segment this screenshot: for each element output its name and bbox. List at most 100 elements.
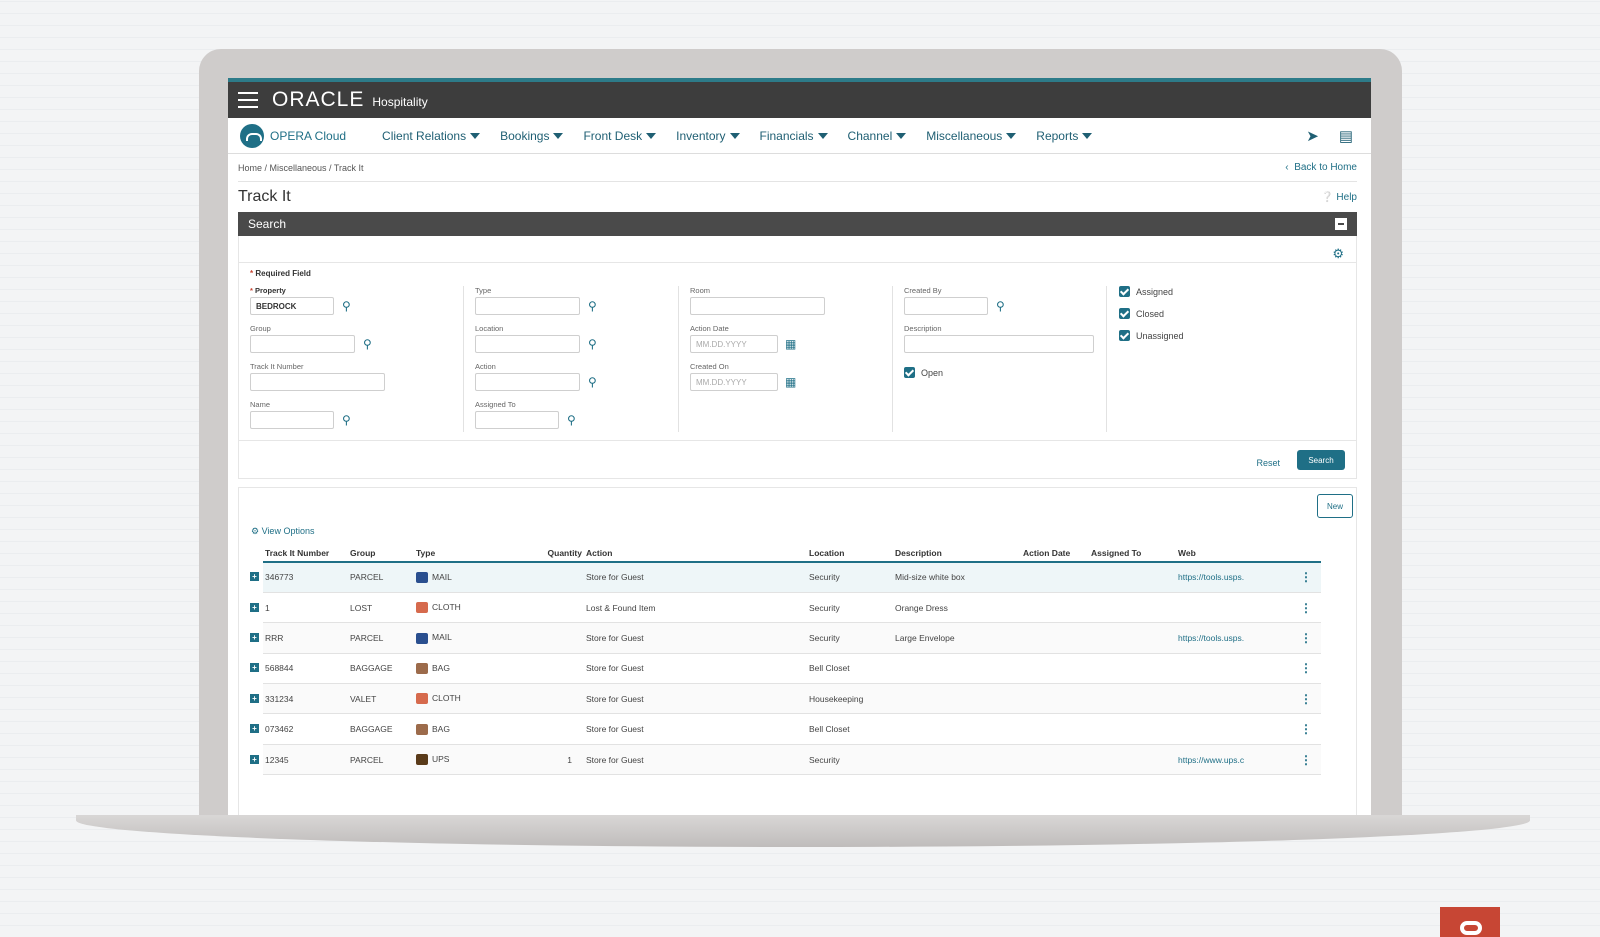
table-row[interactable]: +073462 BAGGAGE BAG Store for Guest Bell Clo… — [250, 713, 1321, 745]
location-input[interactable] — [475, 335, 580, 353]
breadcrumb[interactable]: Home / Miscellaneous / Track It — [238, 163, 364, 173]
hamburger-menu-icon[interactable] — [238, 92, 258, 108]
lookup-icon[interactable]: ⚲ — [588, 337, 597, 351]
table-row[interactable]: +346773 PARCEL MAIL Store for Guest Security… — [250, 562, 1321, 593]
description-input[interactable] — [904, 335, 1094, 353]
cell-group-text: BAGGAGE — [350, 663, 393, 674]
row-actions-icon[interactable]: ⋮ — [1291, 713, 1321, 745]
cell-assigned-to — [1089, 713, 1176, 745]
cell-track-it-number-text: 346773 — [265, 572, 294, 583]
assigned-checkbox[interactable]: Assigned — [1119, 286, 1173, 297]
menu-bookings[interactable]: Bookings — [500, 129, 564, 143]
menu-reports[interactable]: Reports — [1036, 129, 1093, 143]
created-on-input[interactable]: MM.DD.YYYY — [690, 373, 778, 391]
help-link[interactable]: ❔ Help — [1321, 192, 1357, 203]
action-date-input[interactable]: MM.DD.YYYY — [690, 335, 778, 353]
lookup-icon[interactable]: ⚲ — [363, 337, 372, 351]
search-icon[interactable]: ⚲ — [567, 413, 576, 427]
created-on-label: Created On — [690, 362, 729, 371]
column-header[interactable]: Type — [414, 544, 532, 563]
expand-row-icon[interactable]: + — [250, 572, 259, 582]
expand-row-icon[interactable]: + — [250, 663, 259, 673]
rocket-icon[interactable]: ➤ — [1306, 127, 1319, 145]
column-header[interactable]: Description — [893, 544, 1021, 563]
room-input[interactable] — [690, 297, 825, 315]
table-row[interactable]: + RRR PARCEL MAIL Store for Guest Security Lar… — [250, 622, 1321, 654]
cell-web[interactable] — [1176, 713, 1291, 745]
calendar-icon[interactable]: ▦ — [785, 337, 796, 351]
column-header[interactable]: Track It Number — [263, 544, 348, 563]
gear-icon[interactable]: ⚙ — [1332, 246, 1344, 262]
view-options-link[interactable]: ⚙ View Options — [251, 526, 314, 537]
menu-inventory[interactable]: Inventory — [676, 129, 740, 143]
cell-assigned-to — [1089, 744, 1176, 776]
column-header[interactable]: Group — [348, 544, 414, 563]
column-header[interactable]: Web — [1176, 544, 1291, 563]
calendar-icon[interactable]: ▦ — [785, 375, 796, 389]
property-input[interactable]: BEDROCK — [250, 297, 334, 315]
name-input[interactable] — [250, 411, 334, 429]
expand-row-icon[interactable]: + — [250, 724, 259, 734]
lookup-icon[interactable]: ⚲ — [588, 299, 597, 313]
row-actions-icon[interactable]: ⋮ — [1291, 592, 1321, 624]
table-row[interactable]: +568844 BAGGAGE BAG Store for Guest Bell Clo… — [250, 653, 1321, 685]
collapse-icon[interactable] — [1335, 218, 1347, 230]
row-actions-icon[interactable]: ⋮ — [1291, 622, 1321, 654]
row-actions-icon[interactable]: ⋮ — [1291, 744, 1321, 776]
cell-location: Security — [807, 744, 893, 776]
open-checkbox[interactable]: Open — [904, 367, 943, 378]
unassigned-checkbox[interactable]: Unassigned — [1119, 330, 1184, 341]
search-button[interactable]: Search — [1297, 450, 1345, 470]
cell-description — [893, 653, 1021, 685]
required-field-note: * Required Field — [250, 269, 311, 278]
menu-miscellaneous[interactable]: Miscellaneous — [926, 128, 1017, 143]
cell-web[interactable]: https://www.ups.c — [1176, 744, 1291, 776]
cell-web[interactable]: https://tools.usps. — [1176, 562, 1291, 593]
menu-client-relations[interactable]: Client Relations — [382, 129, 481, 143]
search-icon[interactable]: ⚲ — [342, 299, 351, 313]
cell-web[interactable] — [1176, 592, 1291, 624]
column-header[interactable]: Action Date — [1021, 544, 1089, 563]
cell-web[interactable] — [1176, 653, 1291, 685]
row-actions-icon[interactable]: ⋮ — [1291, 653, 1321, 685]
table-row[interactable]: +1 LOST CLOTH Lost & Found Item Security Oran… — [250, 592, 1321, 624]
column-header[interactable]: Assigned To — [1089, 544, 1176, 563]
cell-web[interactable]: https://tools.usps. — [1176, 622, 1291, 654]
column-header[interactable]: Quantity — [532, 544, 584, 563]
lookup-icon[interactable]: ⚲ — [588, 375, 597, 389]
type-input[interactable] — [475, 297, 580, 315]
closed-checkbox[interactable]: Closed — [1119, 308, 1164, 319]
row-actions-icon[interactable]: ⋮ — [1291, 683, 1321, 715]
menu-channel[interactable]: Channel — [848, 129, 907, 143]
action-input[interactable] — [475, 373, 580, 391]
group-input[interactable] — [250, 335, 355, 353]
search-icon[interactable]: ⚲ — [342, 413, 351, 427]
search-icon[interactable]: ⚲ — [996, 299, 1005, 313]
table-row[interactable]: +12345 PARCEL UPS 1 Store for Guest Security h… — [250, 744, 1321, 776]
opera-cloud-home[interactable]: OPERA Cloud — [240, 123, 346, 148]
menu-label: Miscellaneous — [926, 128, 1003, 143]
menu-front-desk[interactable]: Front Desk — [583, 129, 657, 143]
cell-quantity-text: 1 — [567, 754, 572, 765]
menu-financials[interactable]: Financials — [760, 129, 828, 143]
expand-row-icon[interactable]: + — [250, 693, 259, 703]
column-header[interactable]: Location — [807, 544, 893, 563]
ups-icon — [416, 754, 428, 766]
back-to-home-link[interactable]: ‹ Back to Home — [1285, 162, 1357, 173]
cell-web[interactable] — [1176, 683, 1291, 715]
track-it-number-input[interactable] — [250, 373, 385, 391]
top-bar: ORACLE Hospitality — [228, 78, 1371, 118]
messages-icon[interactable]: ▤ — [1339, 127, 1353, 145]
assigned-to-input[interactable] — [475, 411, 559, 429]
column-header[interactable]: Action — [584, 544, 807, 563]
reset-button[interactable]: Reset — [1256, 458, 1280, 468]
cell-action-text: Store for Guest — [586, 663, 644, 674]
cell-action-text: Lost & Found Item — [586, 602, 656, 613]
expand-row-icon[interactable]: + — [250, 754, 259, 764]
row-actions-icon[interactable]: ⋮ — [1291, 562, 1321, 593]
expand-row-icon[interactable]: + — [250, 602, 259, 612]
expand-row-icon[interactable]: + — [250, 632, 259, 642]
table-row[interactable]: +331234 VALET CLOTH Store for Guest Housekee… — [250, 683, 1321, 715]
created-by-input[interactable] — [904, 297, 988, 315]
new-button[interactable]: New — [1317, 494, 1353, 518]
